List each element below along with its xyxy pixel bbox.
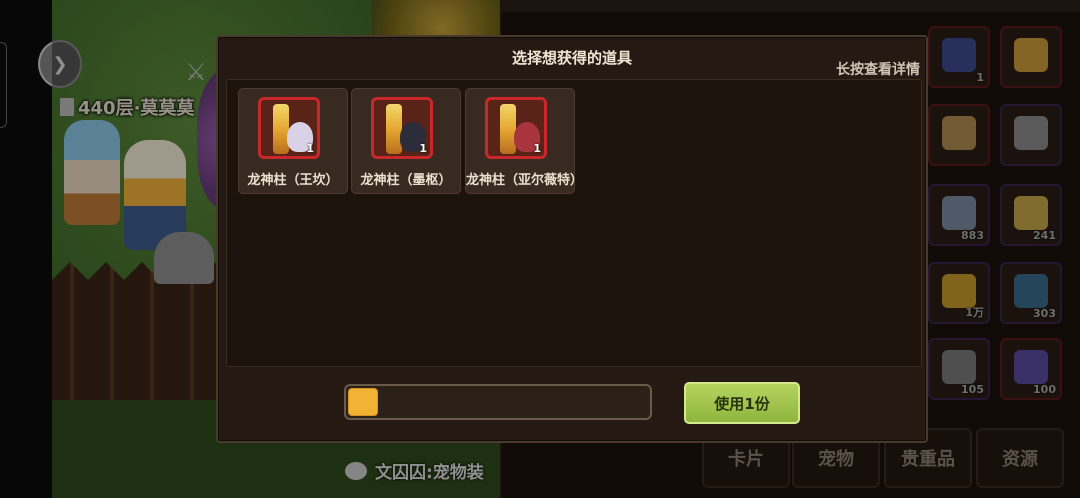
item-icon-frame: 1	[485, 97, 547, 159]
select-item-dialog: 选择想获得的道具 长按查看详情 1 龙神柱（王坎） 1 龙神柱（墨枢） 1 龙神…	[216, 35, 928, 443]
item-count: 1	[419, 142, 427, 155]
item-grid: 1 龙神柱（王坎） 1 龙神柱（墨枢） 1 龙神柱（亚尔薇特）	[226, 79, 922, 367]
dragon-pillar-icon	[273, 104, 289, 154]
quantity-slider-handle[interactable]	[348, 388, 378, 416]
dragon-pillar-icon	[500, 104, 516, 154]
quantity-slider[interactable]	[344, 384, 652, 420]
item-name: 龙神柱（墨枢）	[360, 173, 452, 188]
item-card[interactable]: 1 龙神柱（墨枢）	[351, 88, 461, 194]
dialog-title: 选择想获得的道具	[511, 49, 632, 67]
long-press-hint: 长按查看详情	[836, 62, 920, 78]
use-button[interactable]: 使用1份	[684, 382, 800, 424]
item-name: 龙神柱（亚尔薇特）	[466, 173, 584, 188]
edge-handle	[0, 42, 7, 128]
item-card[interactable]: 1 龙神柱（亚尔薇特）	[465, 88, 584, 194]
item-icon-frame: 1	[258, 97, 320, 159]
item-count: 1	[306, 142, 314, 155]
item-icon-frame: 1	[371, 97, 433, 159]
item-count: 1	[533, 142, 541, 155]
dragon-pillar-icon	[386, 104, 402, 154]
item-name: 龙神柱（王坎）	[247, 173, 339, 188]
item-card[interactable]: 1 龙神柱（王坎）	[238, 88, 348, 194]
